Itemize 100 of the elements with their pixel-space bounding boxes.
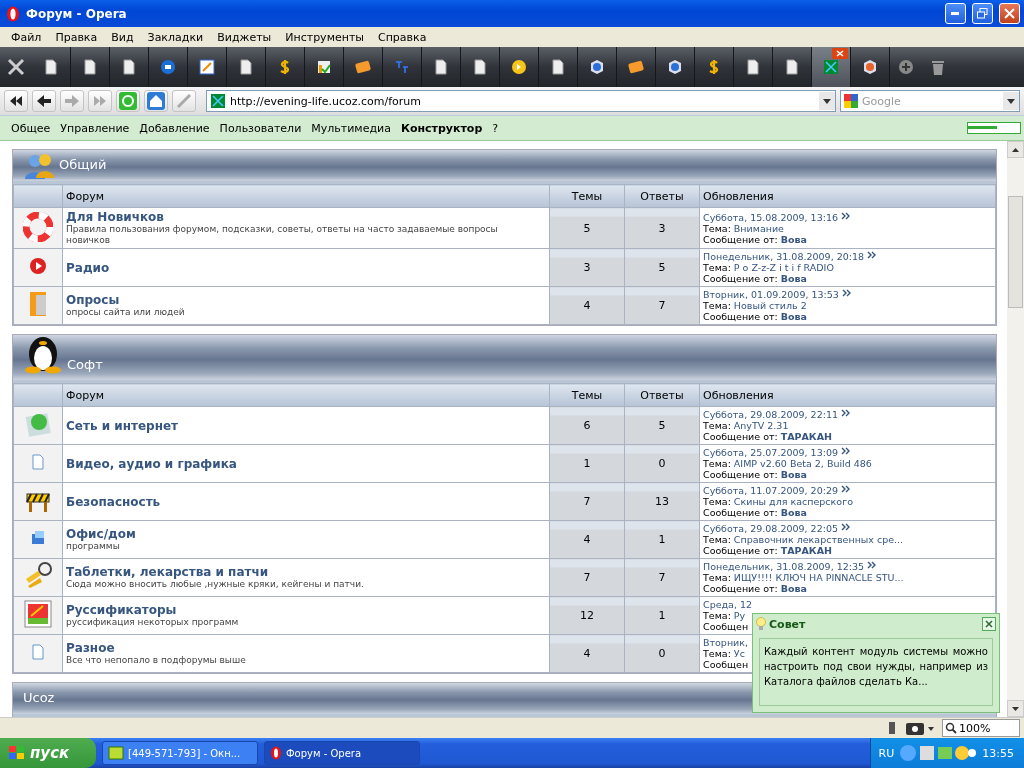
author-link[interactable]: Вова bbox=[780, 273, 807, 284]
post-date-link[interactable]: Суббота, 11.07.2009, 20:29 bbox=[703, 485, 838, 496]
back-button[interactable] bbox=[32, 90, 56, 112]
fast-forward-icon bbox=[93, 95, 107, 107]
admin-menu-link[interactable]: ? bbox=[487, 121, 504, 135]
author-link[interactable]: Вова bbox=[780, 583, 807, 594]
double-arrow-icon[interactable] bbox=[841, 211, 851, 220]
forum-link[interactable]: Опросы bbox=[66, 293, 546, 307]
taskbar-button[interactable]: Форум - Opera bbox=[264, 741, 420, 765]
forum-link[interactable]: Видео, аудио и графика bbox=[66, 456, 546, 471]
topic-link[interactable]: AnyTV 2.31 bbox=[733, 420, 789, 431]
scroll-up-button[interactable] bbox=[1007, 141, 1024, 158]
menu-item[interactable]: Вид bbox=[104, 30, 141, 44]
topic-label: Тема: bbox=[703, 300, 731, 311]
author-link[interactable]: ТАРАКАН bbox=[780, 431, 832, 442]
opera-logo-icon bbox=[270, 746, 282, 760]
menu-item[interactable]: Файл bbox=[4, 30, 49, 44]
double-arrow-icon[interactable] bbox=[841, 409, 851, 417]
topics-count: 12 bbox=[549, 596, 625, 635]
taskbar-button[interactable]: [449-571-793] - Окн... bbox=[102, 741, 258, 765]
restore-button[interactable] bbox=[972, 3, 993, 24]
double-arrow-icon[interactable] bbox=[867, 251, 878, 259]
author-link[interactable]: ТАРАКАН bbox=[780, 545, 832, 556]
admin-menu-link[interactable]: Пользователи bbox=[214, 121, 307, 135]
menu-item[interactable]: Закладки bbox=[140, 30, 211, 44]
forum-link[interactable]: Для Новичков bbox=[66, 210, 546, 224]
language-indicator[interactable]: RU bbox=[878, 746, 895, 760]
forum-link[interactable]: Руссификаторы bbox=[66, 603, 546, 617]
topic-link[interactable]: ИЩУ!!!! КЛЮЧ НА PINNACLE STU... bbox=[733, 572, 904, 583]
double-arrow-icon[interactable] bbox=[841, 289, 852, 297]
topic-link[interactable]: P o Z-z-Z i t i f RADIO bbox=[733, 262, 834, 273]
post-date-link[interactable]: Понедельник, 31.08.2009, 20:18 bbox=[703, 251, 865, 262]
author-link[interactable]: Вова bbox=[780, 311, 807, 322]
double-arrow-icon[interactable] bbox=[841, 447, 851, 455]
topic-link[interactable]: AIMP v2.60 Beta 2, Build 486 bbox=[733, 458, 872, 469]
close-icon bbox=[1004, 8, 1015, 19]
close-button[interactable] bbox=[982, 617, 996, 631]
topic-link[interactable]: Ру bbox=[733, 610, 746, 621]
menu-item[interactable]: Виджеты bbox=[210, 30, 279, 44]
close-tab-icon[interactable] bbox=[832, 48, 848, 59]
topic-link[interactable]: Ус bbox=[733, 648, 745, 659]
admin-menu-link[interactable]: Управление bbox=[55, 121, 135, 135]
camera-icon[interactable] bbox=[906, 721, 934, 735]
search-field[interactable]: Google bbox=[840, 90, 1020, 112]
zoom-field[interactable]: 100% bbox=[942, 719, 1020, 737]
post-date-link[interactable]: Суббота, 29.08.2009, 22:11 bbox=[703, 409, 838, 420]
reload-button[interactable] bbox=[116, 90, 140, 112]
dropdown-button[interactable] bbox=[819, 92, 835, 110]
post-date-link[interactable]: Вторник, 01.09.2009, 13:53 bbox=[703, 289, 839, 300]
device-icon[interactable] bbox=[886, 721, 898, 735]
author-link[interactable]: Вова bbox=[780, 469, 807, 480]
menu-item[interactable]: Инструменты bbox=[278, 30, 371, 44]
topic-label: Тема: bbox=[703, 572, 731, 583]
scrollbar[interactable] bbox=[1007, 141, 1024, 717]
forum-link[interactable]: Офис/дом bbox=[66, 527, 546, 541]
topic-link[interactable]: Скины для касперского bbox=[733, 496, 853, 507]
topic-link[interactable]: Справочник лекарственных сре... bbox=[733, 534, 904, 545]
panel-slider[interactable] bbox=[967, 122, 1021, 134]
double-arrow-icon[interactable] bbox=[841, 485, 851, 493]
back-icon bbox=[37, 95, 51, 107]
forum-link[interactable]: Радио bbox=[66, 260, 546, 275]
topic-link[interactable]: Новый стиль 2 bbox=[733, 300, 807, 311]
plus-icon bbox=[898, 59, 914, 75]
section-title: Софт bbox=[67, 357, 103, 374]
dropdown-button[interactable] bbox=[1003, 92, 1019, 110]
rewind-button[interactable] bbox=[4, 90, 28, 112]
scroll-thumb[interactable] bbox=[1008, 196, 1023, 308]
post-date-link[interactable]: Суббота, 25.07.2009, 13:09 bbox=[703, 447, 838, 458]
admin-menu-link[interactable]: Общее bbox=[6, 121, 56, 135]
tray-icons-drawing[interactable] bbox=[900, 744, 977, 762]
double-arrow-icon[interactable] bbox=[841, 523, 851, 531]
forum-link[interactable]: Сеть и интернет bbox=[66, 418, 546, 433]
home-button[interactable] bbox=[144, 90, 168, 112]
replies-count: 1 bbox=[624, 520, 700, 559]
post-date-link[interactable]: Вторник, bbox=[703, 637, 749, 648]
post-date-link[interactable]: Понедельник, 31.08.2009, 12:35 bbox=[703, 561, 865, 572]
admin-menu-link[interactable]: Мультимедиа bbox=[306, 121, 396, 135]
post-date-link[interactable]: Суббота, 29.08.2009, 22:05 bbox=[703, 523, 838, 534]
document-icon bbox=[30, 644, 46, 660]
page-icon bbox=[121, 59, 137, 75]
scroll-down-button[interactable] bbox=[1007, 700, 1024, 717]
double-arrow-icon[interactable] bbox=[867, 561, 878, 569]
menu-item[interactable]: Справка bbox=[371, 30, 434, 44]
minimize-button[interactable] bbox=[945, 3, 966, 24]
menu-item[interactable]: Правка bbox=[48, 30, 105, 44]
author-link[interactable]: Вова bbox=[780, 233, 807, 245]
forum-link[interactable]: Разное bbox=[66, 641, 546, 655]
post-date-link[interactable]: Среда, 12 bbox=[703, 599, 753, 610]
forum-link[interactable]: Безопасность bbox=[66, 494, 546, 509]
office-icon bbox=[29, 529, 47, 547]
admin-menu-link[interactable]: Добавление bbox=[134, 121, 215, 135]
post-date-link[interactable]: Суббота, 15.08.2009, 13:16 bbox=[703, 211, 838, 223]
admin-menu-link[interactable]: Конструктор bbox=[395, 121, 488, 135]
author-link[interactable]: Вова bbox=[780, 507, 807, 518]
replies-count: 7 bbox=[624, 558, 700, 597]
forum-link[interactable]: Таблетки, лекарства и патчи bbox=[66, 565, 546, 579]
tab[interactable] bbox=[812, 47, 851, 87]
topics-count: 3 bbox=[549, 248, 625, 287]
address-field[interactable]: http://evening-life.ucoz.com/forum bbox=[206, 90, 836, 112]
topic-link[interactable]: Внимание bbox=[733, 222, 784, 234]
